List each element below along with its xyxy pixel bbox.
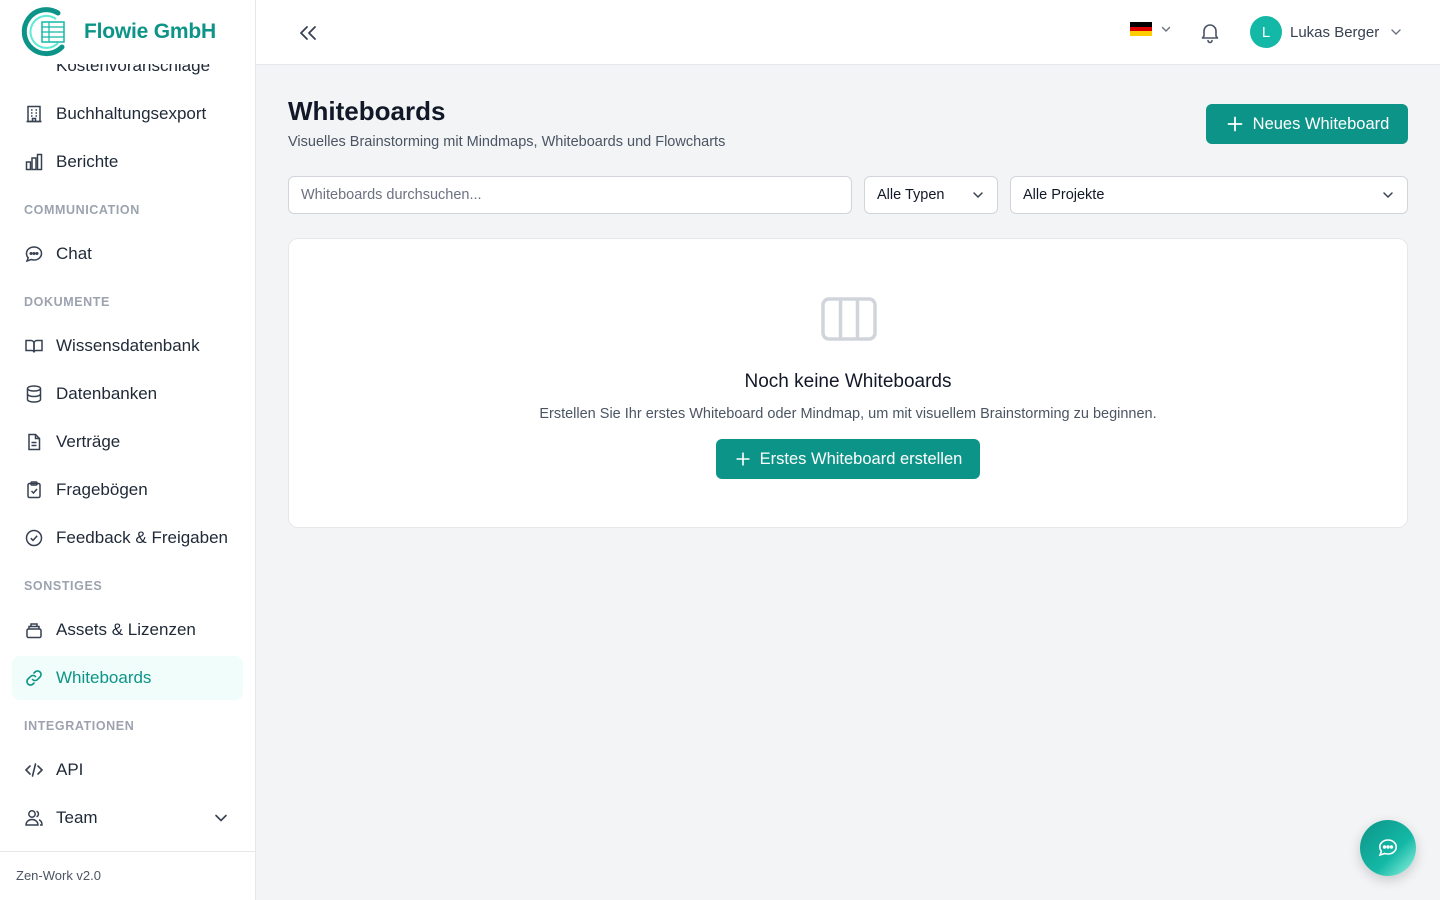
sidebar-item-assets[interactable]: Assets & Lizenzen	[12, 608, 243, 652]
german-flag-icon	[1130, 22, 1152, 37]
sidebar-item-label: Chat	[56, 244, 92, 263]
sidebar-item-frageboegen[interactable]: Fragebögen	[12, 468, 243, 512]
brand-name: Flowie GmbH	[84, 20, 216, 43]
sidebar-item-label: Fragebögen	[56, 480, 148, 499]
create-first-whiteboard-button[interactable]: Erstes Whiteboard erstellen	[716, 439, 980, 479]
document-icon	[24, 432, 44, 452]
building-icon	[24, 104, 44, 124]
project-filter-select[interactable]: Alle Projekte	[1010, 176, 1408, 214]
link-icon	[24, 668, 44, 688]
sidebar-nav: Kostenvoranschläge Buchhaltungsexport Be…	[0, 64, 255, 851]
sidebar-item-label: Wissensdatenbank	[56, 336, 200, 355]
section-communication: COMMUNICATION	[24, 203, 140, 217]
chat-support-button[interactable]	[1360, 820, 1416, 876]
sidebar-item-label: Feedback & Freigaben	[56, 528, 228, 547]
create-first-whiteboard-label: Erstes Whiteboard erstellen	[759, 449, 963, 468]
chat-bubble-icon	[1378, 839, 1398, 857]
page-subtitle: Visuelles Brainstorming mit Mindmaps, Wh…	[288, 134, 726, 150]
project-filter-value: Alle Projekte	[1023, 187, 1105, 203]
chat-bubble-icon	[24, 244, 44, 264]
sidebar-item-kostenvoranschlaege[interactable]: Kostenvoranschläge	[12, 64, 243, 88]
clipboard-check-icon	[24, 480, 44, 500]
book-open-icon	[24, 336, 44, 356]
page-title: Whiteboards	[288, 96, 446, 126]
sidebar-item-vertraege[interactable]: Verträge	[12, 420, 243, 464]
database-icon	[24, 384, 44, 404]
chevron-down-icon	[973, 192, 983, 199]
bar-chart-icon	[24, 152, 44, 172]
sidebar-item-wissensdatenbank[interactable]: Wissensdatenbank	[12, 324, 243, 368]
brand-logo-icon	[21, 7, 65, 57]
sidebar-footer-version: Zen-Work v2.0	[0, 851, 255, 900]
code-icon	[24, 760, 44, 780]
chevrons-left-icon	[300, 26, 316, 40]
topbar: L Lukas Berger	[256, 0, 1440, 65]
sidebar-item-label: Assets & Lizenzen	[56, 620, 196, 639]
new-whiteboard-button[interactable]: Neues Whiteboard	[1206, 104, 1408, 144]
plus-icon	[735, 452, 750, 466]
sidebar: Flowie GmbH Kostenvoranschläge Buchhaltu…	[0, 0, 256, 900]
section-integrationen: INTEGRATIONEN	[24, 719, 135, 733]
sidebar-item-label: Verträge	[56, 432, 121, 451]
brand[interactable]: Flowie GmbH	[0, 0, 255, 64]
sidebar-item-api[interactable]: API	[12, 748, 243, 792]
notification-bell-icon[interactable]	[1198, 20, 1222, 44]
sidebar-item-label: Berichte	[56, 152, 119, 171]
empty-state-text: Erstellen Sie Ihr erstes Whiteboard oder…	[539, 406, 1157, 422]
section-sonstiges: SONSTIGES	[24, 579, 103, 593]
chevron-down-icon[interactable]	[211, 808, 231, 828]
users-icon	[24, 808, 44, 828]
archive-icon	[24, 620, 44, 640]
chevron-down-icon	[1391, 29, 1401, 35]
empty-state-title: Noch keine Whiteboards	[744, 371, 952, 392]
type-filter-value: Alle Typen	[877, 187, 945, 203]
avatar: L	[1250, 16, 1282, 48]
user-name: Lukas Berger	[1290, 23, 1380, 41]
check-circle-icon	[24, 528, 44, 548]
sidebar-item-chat[interactable]: Chat	[12, 232, 243, 276]
chevron-down-icon	[1383, 192, 1393, 199]
sidebar-item-label: API	[56, 760, 84, 779]
sidebar-item-label: Team	[56, 808, 98, 827]
sidebar-item-buchhaltungsexport[interactable]: Buchhaltungsexport	[12, 92, 243, 136]
sidebar-item-datenbanken[interactable]: Datenbanken	[12, 372, 243, 416]
new-whiteboard-label: Neues Whiteboard	[1252, 114, 1390, 133]
sidebar-item-label: Datenbanken	[56, 384, 158, 403]
columns-icon	[821, 297, 877, 341]
plus-icon	[1227, 116, 1243, 132]
sidebar-item-feedback[interactable]: Feedback & Freigaben	[12, 516, 243, 560]
sidebar-item-whiteboards[interactable]: Whiteboards	[12, 656, 243, 700]
language-selector[interactable]	[1130, 22, 1172, 37]
search-input[interactable]	[288, 176, 852, 214]
sidebar-item-label: Buchhaltungsexport	[56, 104, 207, 123]
section-dokumente: DOKUMENTE	[24, 295, 110, 309]
sidebar-item-team[interactable]: Team	[12, 796, 243, 840]
collapse-sidebar-button[interactable]	[294, 19, 322, 47]
sidebar-item-label: Whiteboards	[56, 668, 152, 687]
type-filter-select[interactable]: Alle Typen	[864, 176, 998, 214]
user-menu[interactable]: L Lukas Berger	[1250, 16, 1403, 48]
empty-state-card: Noch keine Whiteboards Erstellen Sie Ihr…	[288, 238, 1408, 528]
chevron-down-icon	[1161, 26, 1171, 32]
sidebar-item-berichte[interactable]: Berichte	[12, 140, 243, 184]
